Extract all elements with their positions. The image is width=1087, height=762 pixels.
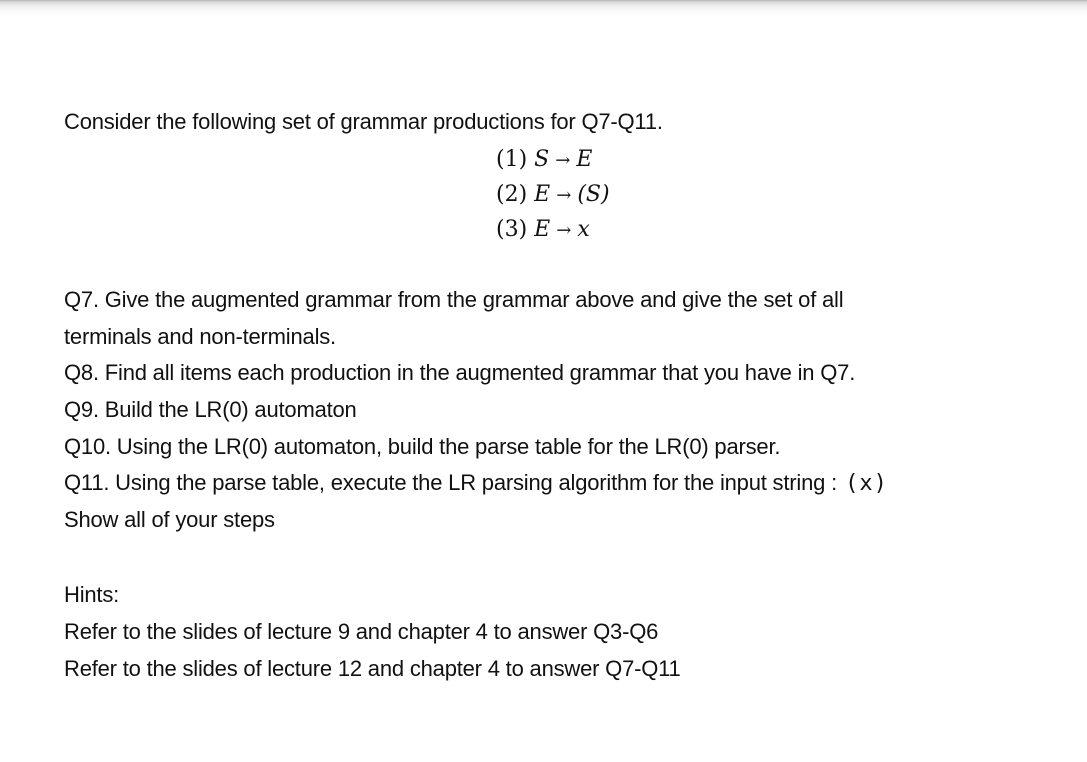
right-arrow-icon: → — [556, 185, 572, 206]
production-rhs: x — [577, 217, 590, 242]
hint-item: Refer to the slides of lecture 9 and cha… — [64, 619, 659, 644]
production-3: (3) E → x — [496, 214, 610, 249]
production-rhs: (S) — [577, 182, 610, 207]
grammar-productions: (1) S → E (2) E → (S) (3) E → x — [496, 144, 610, 249]
right-arrow-icon: → — [555, 150, 571, 171]
question-q7-line1: Q7. Give the augmented grammar from the … — [64, 287, 844, 312]
hint-item: Refer to the slides of lecture 12 and ch… — [64, 656, 681, 681]
production-2: (2) E → (S) — [496, 179, 610, 214]
production-1: (1) S → E — [496, 144, 610, 179]
production-number: (3) — [496, 217, 528, 242]
hints-title: Hints: — [64, 582, 120, 607]
production-lhs: E — [534, 217, 551, 242]
intro-text: Consider the following set of grammar pr… — [64, 109, 663, 134]
production-rhs: E — [576, 147, 593, 172]
production-number: (1) — [496, 147, 528, 172]
question-q11-steps: Show all of your steps — [64, 507, 275, 532]
production-lhs: E — [534, 182, 551, 207]
question-q11: Q11. Using the parse table, execute the … — [64, 470, 888, 497]
question-q11-text: Q11. Using the parse table, execute the … — [64, 470, 826, 495]
question-q10: Q10. Using the LR(0) automaton, build th… — [64, 434, 781, 459]
production-lhs: S — [534, 147, 550, 172]
question-q11-colon: : — [831, 470, 838, 495]
page-top-shadow — [0, 0, 1087, 16]
question-q7-line2: terminals and non-terminals. — [64, 324, 336, 349]
question-q8: Q8. Find all items each production in th… — [64, 360, 856, 385]
production-number: (2) — [496, 182, 528, 207]
question-q9: Q9. Build the LR(0) automaton — [64, 397, 357, 422]
input-string: (x) — [845, 471, 888, 496]
right-arrow-icon: → — [556, 220, 572, 241]
